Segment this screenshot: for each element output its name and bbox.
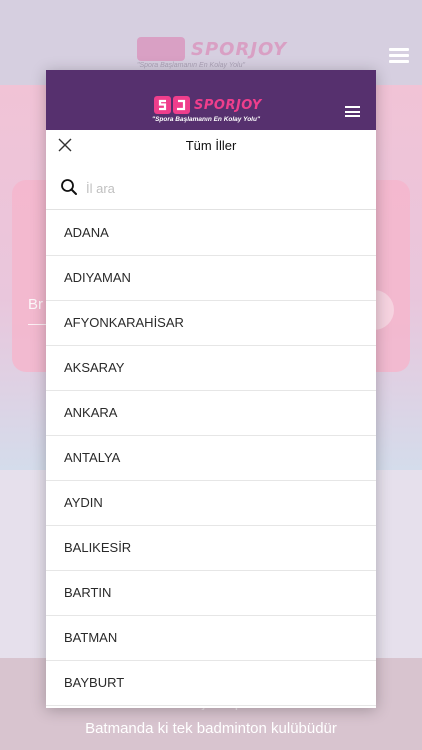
sporjoy-logo: SPORJOY "Spora Başlamanın En Kolay Yolu" (152, 96, 270, 130)
brand-name: SPORJOY (194, 98, 262, 113)
city-list: ADANA ADIYAMAN AFYONKARAHİSAR AKSARAY ANKARA… (46, 211, 376, 706)
background-input-underline (28, 324, 48, 325)
sporjoy-logo-mark (154, 96, 190, 114)
search-icon (61, 179, 77, 195)
background-logo-mark (137, 37, 185, 61)
city-list-item[interactable]: AKSARAY (46, 346, 376, 391)
city-list-item[interactable]: AFYONKARAHİSAR (46, 301, 376, 346)
city-list-item[interactable]: BAYBURT (46, 661, 376, 706)
background-input-text: Br (28, 296, 43, 313)
modal-header: SPORJOY "Spora Başlamanın En Kolay Yolu" (46, 70, 376, 130)
city-list-item[interactable]: BATMAN (46, 616, 376, 661)
search-bar (46, 166, 376, 210)
city-list-item[interactable]: ANKARA (46, 391, 376, 436)
city-list-item[interactable]: ADIYAMAN (46, 256, 376, 301)
city-list-item[interactable]: ADANA (46, 211, 376, 256)
city-list-item[interactable]: BARTIN (46, 571, 376, 616)
brand-slogan: "Spora Başlamanın En Kolay Yolu" (152, 116, 261, 123)
background-brand-text: SPORJOY (191, 39, 288, 60)
hamburger-menu-icon[interactable] (345, 106, 360, 118)
city-list-item[interactable]: ANTALYA (46, 436, 376, 481)
background-menu-icon (389, 48, 409, 64)
city-list-item[interactable]: BALIKESİR (46, 526, 376, 571)
city-search-input[interactable] (86, 176, 356, 200)
background-slogan: "Spora Başlamanın En Kolay Yolu" (137, 62, 245, 69)
city-picker-modal: SPORJOY "Spora Başlamanın En Kolay Yolu"… (46, 70, 376, 708)
background-logo: SPORJOY "Spora Başlamanın En Kolay Yolu" (137, 37, 287, 71)
modal-title: Tüm İller (185, 138, 237, 153)
background-footer-subtitle: Batmanda ki tek badminton kulübüdür (85, 720, 337, 737)
city-list-item[interactable]: AYDIN (46, 481, 376, 526)
